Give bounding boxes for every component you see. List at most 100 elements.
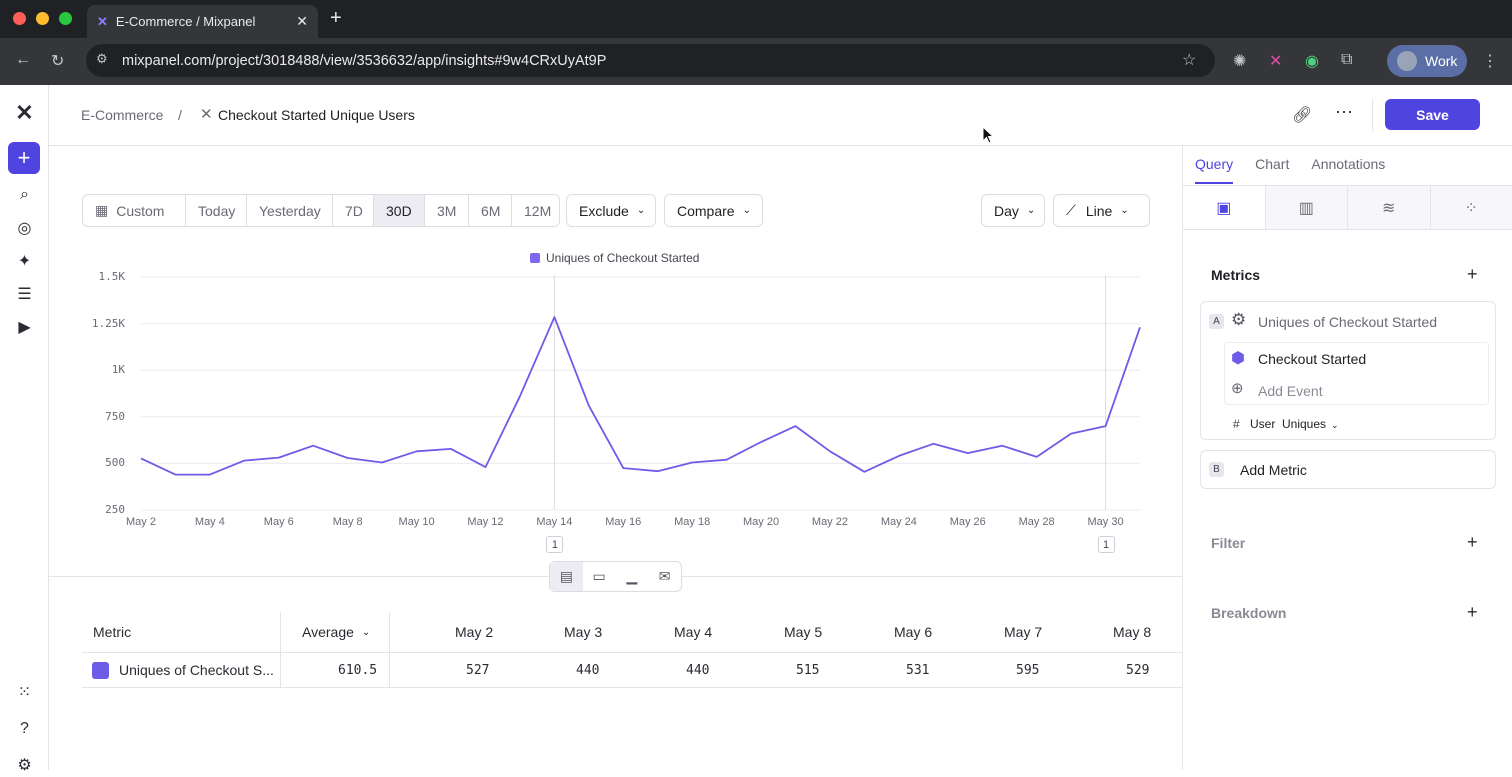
legend-label: Uniques of Checkout Started [546, 251, 699, 265]
add-metric-plus-icon[interactable]: + [1467, 264, 1478, 285]
filter-title: Filter [1211, 535, 1245, 551]
col-average[interactable]: Average⌄ [302, 612, 370, 652]
chevron-down-icon: ⌄ [637, 205, 645, 216]
funnels-icon[interactable]: ▥ [1266, 186, 1349, 229]
col-date[interactable]: May 8 [1113, 612, 1151, 652]
site-settings-icon[interactable]: ⚙ [96, 51, 108, 67]
y-tick-label: 250 [49, 503, 125, 516]
annotations-comment-icon[interactable]: ✉ [648, 562, 681, 591]
annotation-badge[interactable]: 1 [546, 536, 563, 553]
date-range-6m[interactable]: 6M [469, 195, 512, 226]
close-report-icon[interactable]: ✕ [200, 105, 213, 123]
help-icon[interactable]: ? [12, 716, 37, 741]
measure-type-dropdown[interactable]: Uniques⌄ [1282, 417, 1339, 431]
close-tab-icon[interactable]: ✕ [296, 13, 308, 30]
col-date[interactable]: May 4 [674, 612, 712, 652]
apps-grid-icon[interactable]: ⁙ [12, 679, 37, 704]
date-range-7d[interactable]: 7D [333, 195, 374, 226]
chevron-down-icon: ⌄ [1027, 205, 1035, 216]
close-window-button[interactable] [13, 12, 26, 25]
data-database-icon[interactable]: ☰ [12, 281, 37, 306]
create-new-icon[interactable]: + [8, 142, 40, 174]
insights-icon[interactable]: ▣ [1183, 186, 1266, 229]
discover-compass-icon[interactable]: ◎ [12, 215, 37, 240]
date-range-today[interactable]: Today [186, 195, 247, 226]
average-cell: 610.5 [338, 653, 377, 687]
metric-settings-icon[interactable]: ⚙ [1231, 310, 1246, 330]
back-icon[interactable]: ← [15, 51, 31, 69]
tab-annotations[interactable]: Annotations [1311, 156, 1385, 184]
compare-dropdown[interactable]: Compare⌄ [664, 194, 763, 227]
col-date[interactable]: May 6 [894, 612, 932, 652]
col-metric[interactable]: Metric [93, 612, 131, 652]
page-title[interactable]: Checkout Started Unique Users [218, 107, 415, 123]
layout-table-only-icon[interactable]: ▁ [616, 562, 649, 591]
extension-icon[interactable]: ◉ [1305, 51, 1319, 71]
x-tick-label: May 22 [800, 516, 860, 528]
date-range-yesterday[interactable]: Yesterday [247, 195, 333, 226]
address-bar[interactable]: ⚙ mixpanel.com/project/3018488/view/3536… [86, 44, 1215, 77]
annotation-badge[interactable]: 1 [1098, 536, 1115, 553]
browser-tab[interactable]: ✕ E-Commerce / Mixpanel ✕ [87, 5, 318, 38]
date-range-3m[interactable]: 3M [425, 195, 469, 226]
chart-legend[interactable]: Uniques of Checkout Started [530, 251, 699, 265]
copy-link-icon[interactable]: 🔗︎ [1292, 105, 1312, 125]
add-event-button[interactable]: Add Event [1258, 383, 1323, 399]
date-range-picker: ▦ Custom Today Yesterday 7D 30D 3M 6M 12… [82, 194, 560, 227]
col-date[interactable]: May 5 [784, 612, 822, 652]
bookmark-star-icon[interactable]: ☆ [1182, 50, 1196, 70]
new-tab-icon[interactable]: + [330, 7, 342, 30]
extensions-puzzle-icon[interactable]: ⧉ [1341, 51, 1352, 69]
extension-icon[interactable]: ✺ [1233, 51, 1246, 71]
value-cell: 440 [576, 653, 599, 687]
value-cell: 531 [906, 653, 929, 687]
layout-split-icon[interactable]: ▤ [550, 562, 583, 591]
value-cell: 529 [1126, 653, 1149, 687]
extension-icon[interactable]: ✕ [1269, 51, 1282, 71]
chart-type-dropdown[interactable]: ⟋Line⌄ [1053, 194, 1150, 227]
event-name[interactable]: Checkout Started [1258, 351, 1366, 367]
tab-query[interactable]: Query [1195, 156, 1233, 184]
x-tick-label: May 6 [249, 516, 309, 528]
profile-button[interactable]: Work [1387, 45, 1467, 77]
y-tick-label: 1.25K [49, 317, 125, 330]
layout-chart-only-icon[interactable]: ▭ [583, 562, 616, 591]
browser-menu-icon[interactable]: ⋮ [1482, 51, 1498, 71]
date-range-30d[interactable]: 30D [374, 195, 425, 226]
table-row[interactable]: Uniques of Checkout S... 610.5 527 440 4… [82, 653, 1182, 688]
add-event-icon[interactable]: ⊕ [1231, 379, 1244, 397]
spark-icon[interactable]: ✦ [12, 248, 37, 273]
search-icon[interactable]: ⌕ [12, 182, 37, 207]
x-tick-label: May 24 [869, 516, 929, 528]
date-range-custom[interactable]: ▦ Custom [83, 195, 186, 226]
interval-dropdown[interactable]: Day⌄ [981, 194, 1045, 227]
avatar [1397, 51, 1417, 71]
exclude-dropdown[interactable]: Exclude⌄ [566, 194, 656, 227]
retention-icon[interactable]: ⁘ [1431, 186, 1512, 229]
session-replay-icon[interactable]: ▶ [12, 314, 37, 339]
series-line[interactable] [141, 317, 1140, 475]
col-date[interactable]: May 3 [564, 612, 602, 652]
add-metric-button: Add Metric [1240, 462, 1307, 478]
metric-letter: A [1209, 314, 1224, 329]
minimize-window-button[interactable] [36, 12, 49, 25]
col-date[interactable]: May 7 [1004, 612, 1042, 652]
table-header: Metric Average⌄ May 2 May 3 May 4 May 5 … [82, 612, 1182, 653]
metric-name[interactable]: Uniques of Checkout Started [1258, 314, 1437, 330]
settings-gear-icon[interactable]: ⚙ [12, 752, 37, 777]
maximize-window-button[interactable] [59, 12, 72, 25]
mixpanel-logo-icon[interactable]: ✕ [12, 100, 37, 125]
measure-entity[interactable]: User [1250, 417, 1275, 431]
add-filter-plus-icon[interactable]: + [1467, 532, 1478, 553]
col-date[interactable]: May 2 [455, 612, 493, 652]
tab-title: E-Commerce / Mixpanel [116, 14, 296, 29]
date-range-12m[interactable]: 12M [512, 195, 559, 226]
tab-chart[interactable]: Chart [1255, 156, 1289, 184]
more-options-icon[interactable]: ⋯ [1335, 102, 1353, 123]
add-metric-row[interactable]: B Add Metric [1200, 450, 1496, 489]
flows-icon[interactable]: ≋ [1348, 186, 1431, 229]
reload-icon[interactable]: ↻ [51, 51, 64, 71]
save-button[interactable]: Save [1385, 99, 1480, 130]
breadcrumb-project[interactable]: E-Commerce [81, 107, 163, 123]
add-breakdown-plus-icon[interactable]: + [1467, 602, 1478, 623]
